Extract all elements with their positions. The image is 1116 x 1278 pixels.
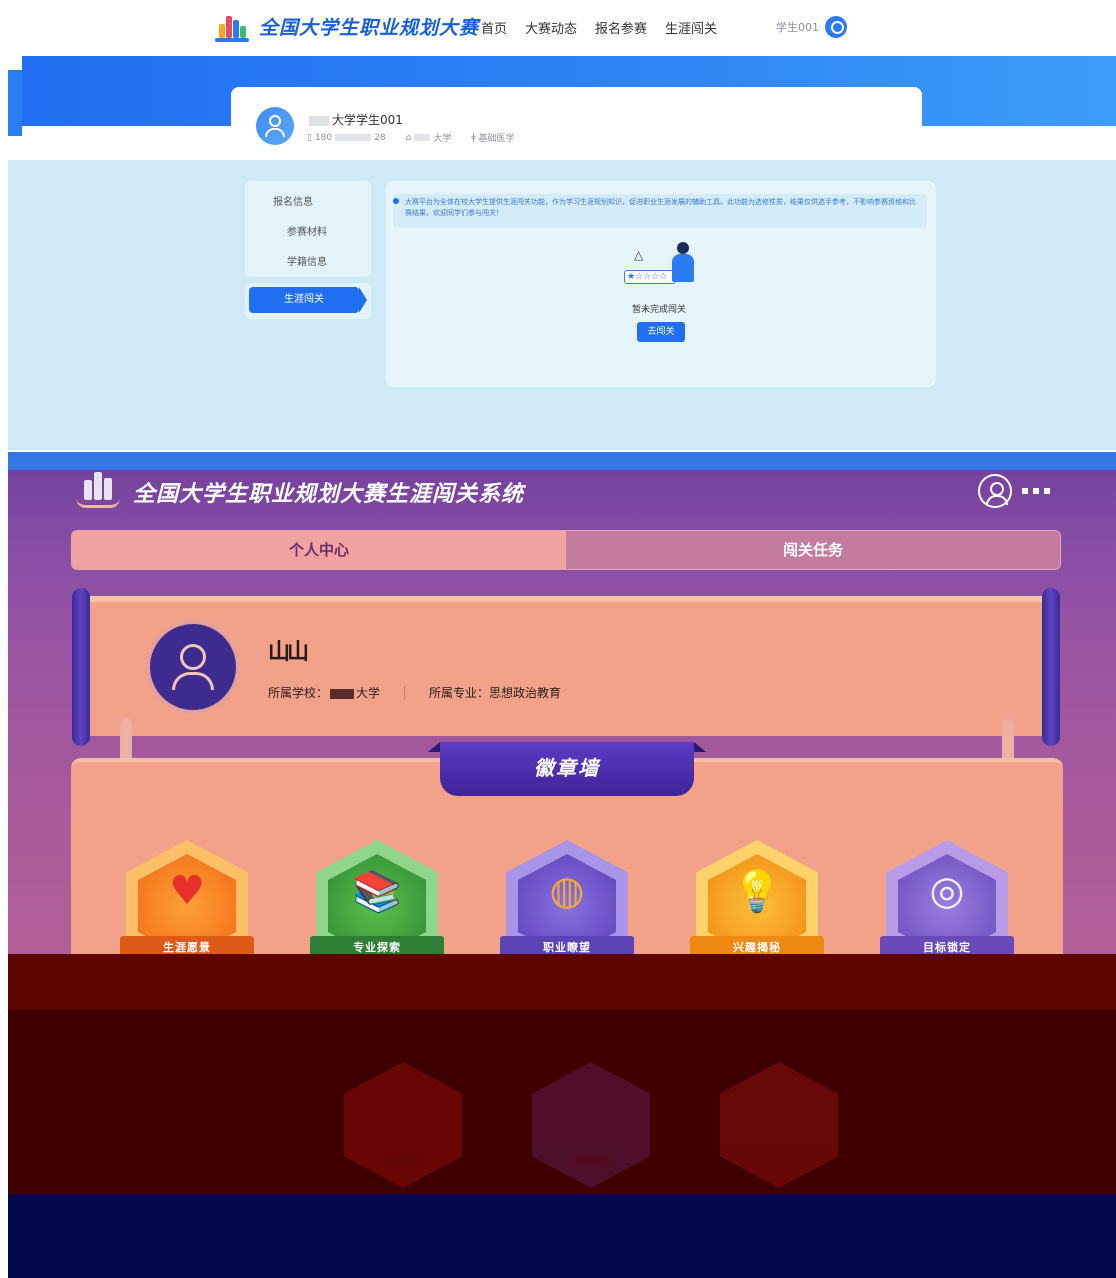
system-logo-icon [70, 468, 126, 508]
heart-icon: ♥ [169, 868, 205, 914]
nav-home[interactable]: 首页 [481, 18, 507, 37]
logo-text: 全国大学生职业规划大赛 [259, 16, 480, 39]
top-navbar: 全国大学生职业规划大赛 首页 大赛动态 报名参赛 生涯闯关 学生001 [0, 0, 1116, 54]
site-logo[interactable]: 全国大学生职业规划大赛 [215, 10, 479, 42]
nav-links: 首页 大赛动态 报名参赛 生涯闯关 [481, 18, 717, 37]
major-field: ǂ 基础医学 [471, 132, 515, 145]
tab-challenge-tasks[interactable]: 闯关任务 [566, 531, 1060, 569]
user-avatar-icon [146, 620, 240, 714]
info-divider [404, 685, 406, 700]
phone-field: ▯ 180 28 [307, 132, 386, 143]
user-avatar-icon[interactable] [825, 16, 847, 38]
rating-stars: ★☆☆☆☆ [624, 270, 676, 284]
cone-icon: △ [634, 248, 644, 262]
globe-icon: ◍ [549, 868, 585, 914]
books-icon: 📚 [352, 869, 402, 915]
logo-bars-icon [215, 10, 251, 42]
lightbulb-icon: 💡 [732, 869, 782, 915]
user-menu[interactable]: 学生001 [776, 16, 847, 38]
profile-name: 大学学生001 [309, 111, 403, 128]
nav-register[interactable]: 报名参赛 [595, 18, 647, 37]
school-field: ⌂ 大学 [405, 132, 452, 145]
user-label: 学生001 [776, 21, 819, 34]
system-tabs: 个人中心 闯关任务 [71, 530, 1061, 570]
nav-news[interactable]: 大赛动态 [525, 18, 577, 37]
user-info: 所属学校： 大学 所属专业：思想政治教育 [268, 684, 561, 701]
side-item-materials[interactable]: 参赛材料 [287, 223, 327, 238]
profile-meta: ▯ 180 28 ⌂ 大学 ǂ 基础医学 [307, 131, 515, 145]
user-name: 山山 [268, 640, 309, 665]
major-info: 所属专业：思想政治教育 [429, 686, 562, 700]
badge-wall-title: 徽章墙 [428, 742, 706, 796]
system-top-bar [8, 452, 1116, 470]
more-icon[interactable] [1022, 488, 1050, 494]
empty-state-text: 暂未完成闯关 [632, 305, 687, 315]
person-icon [672, 242, 694, 282]
scroll-rod-left [72, 588, 90, 746]
system-user-icon[interactable] [978, 474, 1012, 508]
target-icon: ◎ [929, 868, 965, 914]
start-challenge-button[interactable]: 去闯关 [637, 322, 685, 342]
banner-edge [8, 70, 22, 136]
profile-card: 大学学生001 ▯ 180 28 ⌂ 大学 ǂ 基础医学 [231, 87, 922, 155]
nav-career-challenge[interactable]: 生涯闯关 [665, 18, 717, 37]
avatar-icon [256, 107, 294, 145]
notice-banner: 大赛平台为全体在校大学生提供生涯闯关功能，作为学习生涯规划知识，促进职业生涯发展… [393, 194, 927, 228]
school-info: 所属学校： 大学 [268, 686, 381, 700]
side-item-career-challenge[interactable]: 生涯闯关 [249, 287, 367, 313]
side-item-student-status[interactable]: 学籍信息 [287, 253, 327, 268]
empty-illustration: △ ★☆☆☆☆ [622, 240, 702, 288]
tab-personal-center[interactable]: 个人中心 [72, 531, 566, 569]
scroll-rod-right [1042, 588, 1060, 746]
challenge-system: 全国大学生职业规划大赛生涯闯关系统 个人中心 闯关任务 山山 所属学校： 大学 所… [8, 452, 1116, 1278]
side-item-registration[interactable]: 报名信息 [273, 193, 313, 208]
locked-band [8, 954, 1116, 1010]
bottom-area [8, 1194, 1116, 1278]
system-title: 全国大学生职业规划大赛生涯闯关系统 [133, 482, 525, 507]
